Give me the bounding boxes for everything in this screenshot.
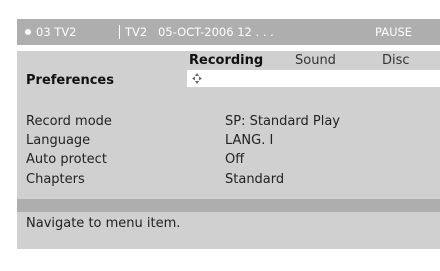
- setting-value-auto-protect: Off: [225, 152, 245, 167]
- setting-value-language: LANG. I: [225, 133, 274, 148]
- selection-highlight-bar[interactable]: [187, 70, 440, 87]
- status-area: Navigate to menu item.: [17, 212, 440, 249]
- playback-state: PAUSE: [375, 25, 413, 39]
- datetime: 05-OCT-2006 12 . . .: [158, 25, 274, 39]
- setting-label-chapters[interactable]: Chapters: [26, 172, 85, 187]
- setting-label-record-mode[interactable]: Record mode: [26, 114, 112, 129]
- channel-name: TV2: [125, 25, 148, 39]
- divider-bar: [17, 199, 440, 212]
- four-way-arrows-icon: [192, 73, 202, 84]
- tab-recording[interactable]: Recording: [189, 53, 263, 68]
- header-strip: [17, 45, 440, 51]
- setting-value-record-mode: SP: Standard Play: [225, 114, 340, 129]
- status-top-bar: 03 TV2 TV2 05-OCT-2006 12 . . . PAUSE: [17, 19, 440, 45]
- setting-label-language[interactable]: Language: [26, 133, 90, 148]
- tab-sound[interactable]: Sound: [295, 53, 336, 68]
- tab-disc[interactable]: Disc: [382, 53, 410, 68]
- osd-panel: 03 TV2 TV2 05-OCT-2006 12 . . . PAUSE Re…: [17, 19, 440, 249]
- setting-value-chapters: Standard: [225, 172, 285, 187]
- dot-icon: [25, 29, 31, 35]
- setting-label-auto-protect[interactable]: Auto protect: [26, 152, 107, 167]
- section-title: Preferences: [26, 73, 114, 88]
- channel-number: 03 TV2: [36, 25, 77, 39]
- status-message: Navigate to menu item.: [26, 216, 181, 231]
- divider: [119, 25, 120, 39]
- menu-tabs: Recording Sound Disc: [17, 53, 440, 69]
- tv-screen: 03 TV2 TV2 05-OCT-2006 12 . . . PAUSE Re…: [0, 0, 440, 271]
